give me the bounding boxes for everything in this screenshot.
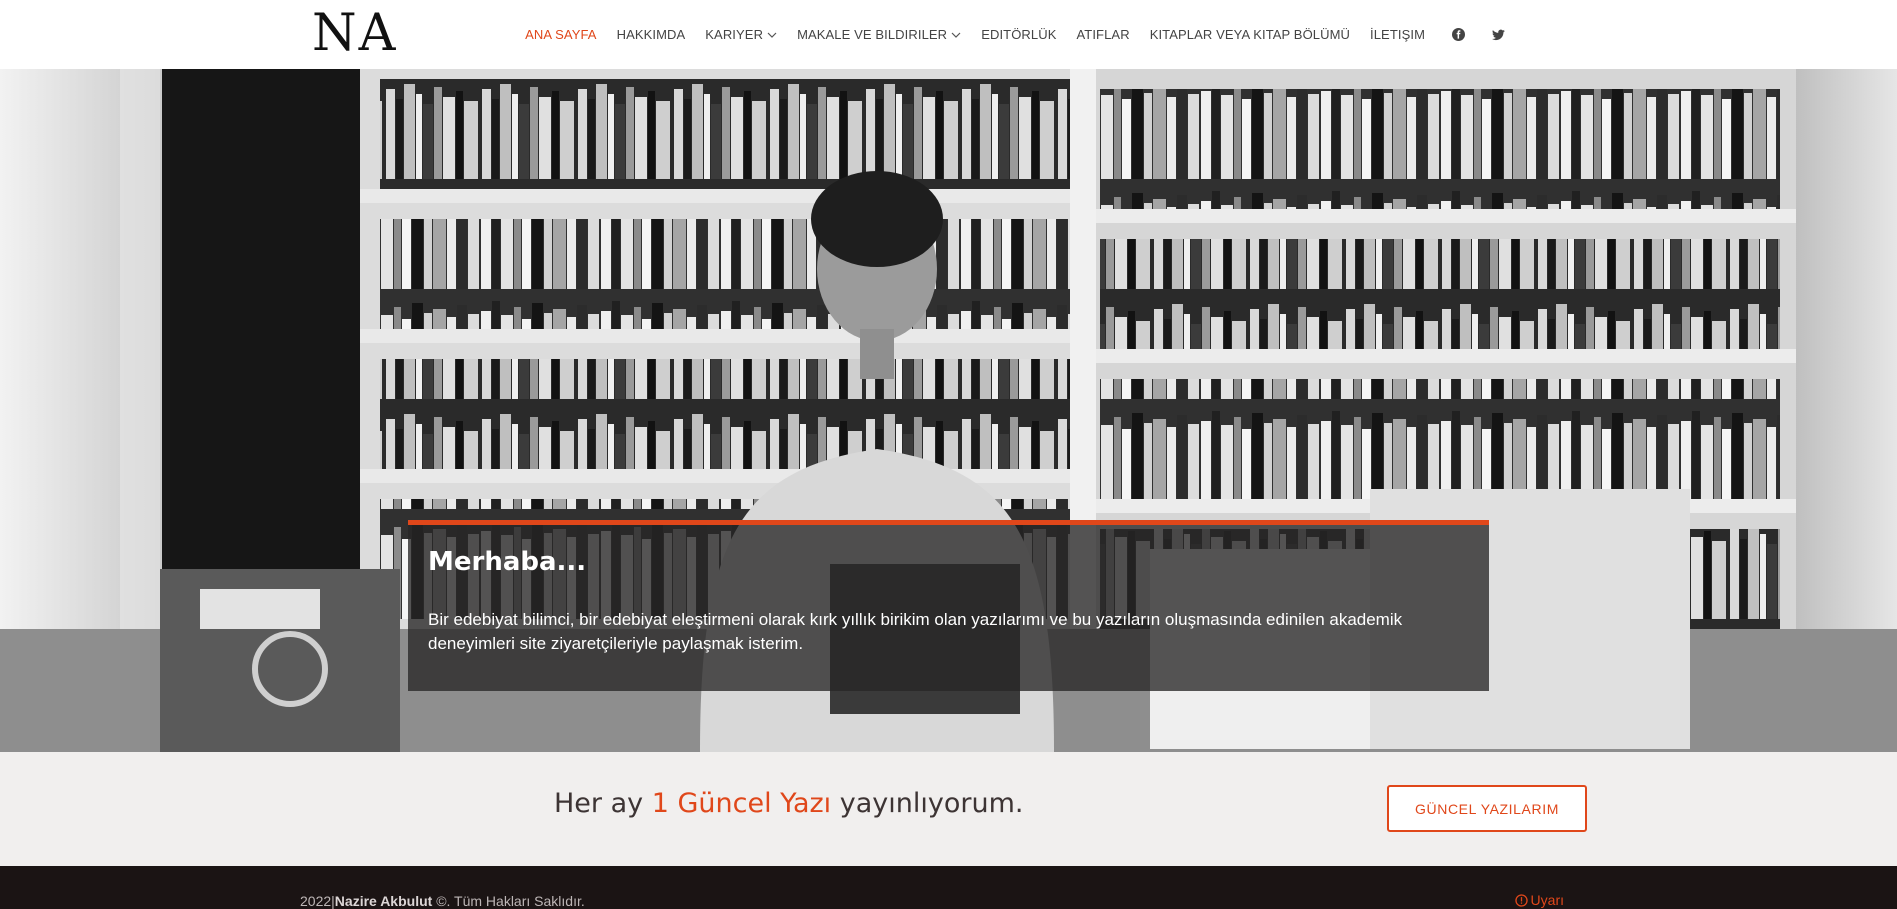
nav-item-label: KARIYER <box>705 27 764 42</box>
footer-rights: ©. Tüm Hakları Saklıdır. <box>436 893 585 909</box>
chevron-down-icon <box>767 32 777 38</box>
nav-item-iletisim[interactable]: İLETIŞIM <box>1370 27 1425 42</box>
cta-text: Her ay 1 Güncel Yazı yayınlıyorum. <box>554 788 1023 819</box>
main-nav: ANA SAYFA HAKKIMDA KARIYER MAKALE VE BIL… <box>505 0 1505 69</box>
nav-item-label: ANA SAYFA <box>525 27 597 42</box>
hero-section: Merhaba... Bir edebiyat bilimci, bir ede… <box>0 69 1897 752</box>
nav-item-label: KITAPLAR VEYA KITAP BÖLÜMÜ <box>1149 27 1351 42</box>
warning-icon <box>1514 893 1528 907</box>
welcome-card: Merhaba... Bir edebiyat bilimci, bir ede… <box>408 520 1489 691</box>
cta-band: Her ay 1 Güncel Yazı yayınlıyorum. GÜNCE… <box>0 752 1897 866</box>
nav-item-kariyer[interactable]: KARIYER <box>705 27 777 42</box>
nav-item-ana-sayfa[interactable]: ANA SAYFA <box>525 27 596 42</box>
welcome-text: Bir edebiyat bilimci, bir edebiyat eleşt… <box>428 610 1403 653</box>
welcome-title: Merhaba... <box>428 547 587 577</box>
cta-highlight: 1 Güncel Yazı <box>651 788 832 819</box>
chevron-down-icon <box>951 32 961 38</box>
site-footer: 2022|Nazire Akbulut ©. Tüm Hakları Saklı… <box>0 866 1897 909</box>
twitter-icon[interactable] <box>1491 28 1505 42</box>
nav-item-hakkimda[interactable]: HAKKIMDA <box>617 27 686 42</box>
site-header: NA ANA SAYFA HAKKIMDA KARIYER MAKALE VE … <box>0 0 1897 69</box>
nav-item-label: ATIFLAR <box>1076 27 1130 42</box>
footer-name[interactable]: Nazire Akbulut <box>335 893 433 909</box>
nav-item-label: MAKALE VE BILDIRILER <box>797 27 948 42</box>
cta-text-after: yayınlıyorum. <box>831 788 1024 819</box>
nav-item-label: İLETIŞIM <box>1370 27 1425 42</box>
nav-item-editorluk[interactable]: EDITÖRLÜK <box>981 27 1056 42</box>
cta-text-before: Her ay <box>554 788 652 819</box>
uyari-label: Uyarı <box>1530 892 1564 908</box>
facebook-icon[interactable] <box>1451 28 1465 42</box>
uyari-link[interactable]: Uyarı <box>1514 892 1564 908</box>
site-logo[interactable]: NA <box>312 6 397 62</box>
nav-item-makale-ve-bildiriler[interactable]: MAKALE VE BILDIRILER <box>797 27 961 42</box>
nav-item-kitaplar[interactable]: KITAPLAR VEYA KITAP BÖLÜMÜ <box>1150 27 1350 42</box>
footer-year: 2022 <box>300 893 332 909</box>
nav-item-label: EDITÖRLÜK <box>981 27 1057 42</box>
guncel-yazilarim-button[interactable]: GÜNCEL YAZILARIM <box>1387 785 1587 832</box>
nav-item-label: HAKKIMDA <box>616 27 686 42</box>
nav-item-atiflar[interactable]: ATIFLAR <box>1077 27 1130 42</box>
footer-copyright: 2022|Nazire Akbulut ©. Tüm Hakları Saklı… <box>300 893 585 909</box>
